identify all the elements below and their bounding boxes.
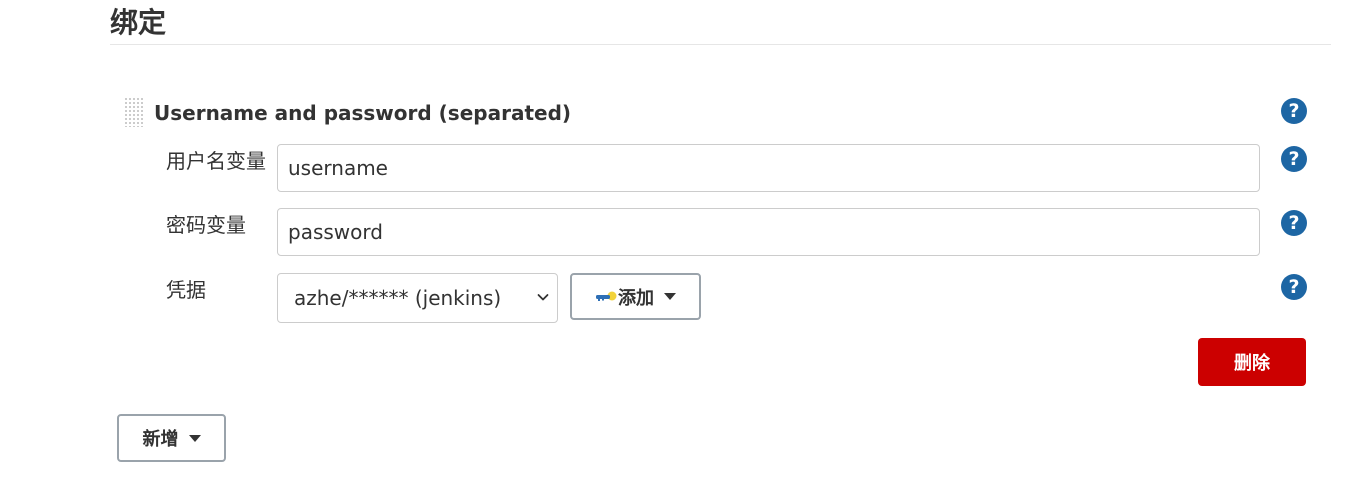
- username-variable-label: 用户名变量: [166, 149, 266, 173]
- add-binding-label: 新增: [142, 429, 179, 450]
- caret-down-icon: [188, 434, 201, 442]
- credentials-selected-value: azhe/****** (jenkins): [294, 286, 502, 310]
- chevron-down-icon: [537, 294, 549, 301]
- question-circle-icon[interactable]: ?: [1281, 274, 1307, 300]
- question-circle-icon[interactable]: ?: [1281, 146, 1307, 172]
- bindings-panel: 绑定 Username and password (separated) ? 用…: [0, 0, 1347, 482]
- credentials-select[interactable]: azhe/****** (jenkins): [277, 273, 558, 323]
- password-variable-label: 密码变量: [166, 213, 246, 237]
- question-circle-icon[interactable]: ?: [1281, 98, 1307, 124]
- drag-handle-icon[interactable]: [124, 97, 144, 127]
- add-credentials-button[interactable]: 添加: [570, 273, 701, 320]
- username-variable-input[interactable]: username: [277, 144, 1260, 192]
- question-circle-icon[interactable]: ?: [1281, 210, 1307, 236]
- section-title: 绑定: [110, 6, 167, 39]
- add-binding-button[interactable]: 新增: [117, 414, 226, 462]
- key-icon: [596, 291, 617, 301]
- section-divider: [110, 44, 1331, 45]
- binding-type-title: Username and password (separated): [154, 101, 572, 125]
- delete-binding-button[interactable]: 删除: [1198, 338, 1306, 386]
- credentials-label: 凭据: [166, 278, 206, 302]
- password-variable-input[interactable]: password: [277, 208, 1260, 256]
- add-credentials-label: 添加: [618, 287, 654, 309]
- caret-down-icon: [664, 293, 676, 300]
